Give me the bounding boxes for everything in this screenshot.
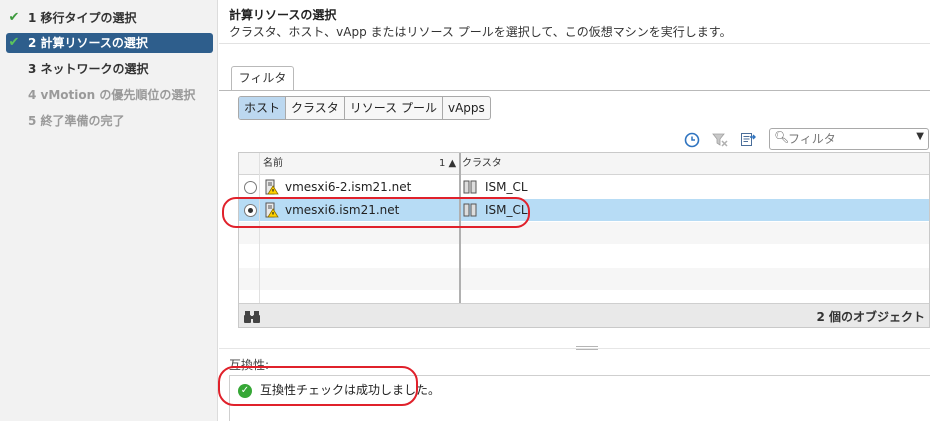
wizard-step-migration-type[interactable]: ✔ 1 移行タイプの選択 bbox=[6, 8, 213, 28]
compatibility-message: 互換性チェックは成功しました。 bbox=[260, 383, 441, 397]
wizard-sidebar: ✔ 1 移行タイプの選択 ✔ 2 計算リソースの選択 3 ネットワークの選択 4… bbox=[0, 0, 218, 421]
empty-row bbox=[239, 222, 929, 244]
sort-indicator[interactable]: 1 ▲ bbox=[439, 153, 456, 175]
clear-filter-icon[interactable] bbox=[711, 132, 729, 150]
column-header-cluster[interactable]: クラスタ bbox=[462, 153, 502, 175]
row-radio-button[interactable] bbox=[244, 181, 257, 194]
tab-divider bbox=[219, 90, 930, 91]
grid-header: 名前 1 ▲ クラスタ bbox=[239, 153, 929, 175]
empty-row bbox=[239, 245, 929, 267]
main-panel: 計算リソースの選択 クラスタ、ホスト、vApp またはリソース プールを選択して… bbox=[219, 0, 930, 421]
tab-filter[interactable]: フィルタ bbox=[231, 66, 294, 91]
filter-search-input[interactable] bbox=[788, 131, 908, 147]
compatibility-panel: ✓ 互換性チェックは成功しました。 bbox=[229, 375, 930, 421]
wizard-step-ready-to-complete: 5 終了準備の完了 bbox=[6, 111, 213, 131]
cluster-icon bbox=[463, 203, 477, 217]
cluster-name: ISM_CL bbox=[485, 180, 528, 194]
table-row[interactable]: vmesxi6.ism21.net ISM_CL bbox=[239, 199, 929, 221]
wizard-step-compute-resource[interactable]: ✔ 2 計算リソースの選択 bbox=[6, 33, 213, 53]
column-resize-handle[interactable] bbox=[459, 153, 461, 303]
host-name: vmesxi6-2.ism21.net bbox=[285, 180, 412, 194]
page-title: 計算リソースの選択 bbox=[229, 8, 337, 22]
export-list-icon[interactable] bbox=[739, 131, 757, 149]
host-warning-icon bbox=[265, 179, 279, 195]
chevron-down-icon[interactable]: ▼ bbox=[916, 131, 924, 142]
object-count: 2 個のオブジェクト bbox=[816, 310, 925, 324]
refresh-clock-icon[interactable] bbox=[683, 132, 701, 150]
segment-hosts[interactable]: ホスト bbox=[239, 97, 287, 119]
binoculars-icon[interactable] bbox=[243, 309, 261, 325]
wizard-step-network[interactable]: 3 ネットワークの選択 bbox=[6, 59, 213, 79]
filter-search-box[interactable]: 🔍︎ ▼ bbox=[769, 128, 929, 150]
panel-divider bbox=[219, 348, 930, 349]
search-icon: 🔍︎ bbox=[774, 130, 790, 144]
empty-row bbox=[239, 268, 929, 290]
grid-footer: 2 個のオブジェクト bbox=[239, 303, 929, 327]
wizard-step-label: 3 ネットワークの選択 bbox=[28, 62, 149, 76]
cluster-icon bbox=[463, 180, 477, 194]
wizard-step-label: 1 移行タイプの選択 bbox=[28, 11, 137, 25]
splitter-handle[interactable] bbox=[576, 346, 598, 350]
object-type-selector: ホスト クラスタ リソース プール vApps bbox=[238, 96, 491, 120]
column-divider bbox=[259, 153, 260, 303]
segment-resource-pools[interactable]: リソース プール bbox=[345, 97, 443, 119]
host-grid: 名前 1 ▲ クラスタ vmesxi6-2.ism21.net ISM_CL v… bbox=[238, 152, 930, 328]
wizard-step-label: 2 計算リソースの選択 bbox=[28, 36, 148, 50]
header-divider bbox=[219, 43, 930, 44]
compatibility-label: 互換性: bbox=[229, 358, 270, 372]
success-check-icon: ✓ bbox=[238, 384, 252, 398]
cluster-name: ISM_CL bbox=[485, 203, 528, 217]
column-header-name[interactable]: 名前 bbox=[263, 153, 283, 175]
host-name: vmesxi6.ism21.net bbox=[285, 203, 400, 217]
checkmark-icon: ✔ bbox=[8, 35, 20, 50]
host-warning-icon bbox=[265, 202, 279, 218]
wizard-step-label: 4 vMotion の優先順位の選択 bbox=[28, 88, 196, 102]
checkmark-icon: ✔ bbox=[8, 10, 20, 25]
page-description: クラスタ、ホスト、vApp またはリソース プールを選択して、この仮想マシンを実… bbox=[229, 25, 732, 39]
wizard-step-label: 5 終了準備の完了 bbox=[28, 114, 125, 128]
table-row[interactable]: vmesxi6-2.ism21.net ISM_CL bbox=[239, 176, 929, 198]
segment-clusters[interactable]: クラスタ bbox=[286, 97, 345, 119]
row-radio-button[interactable] bbox=[244, 204, 257, 217]
segment-vapps[interactable]: vApps bbox=[443, 97, 490, 119]
wizard-step-vmotion-priority: 4 vMotion の優先順位の選択 bbox=[6, 85, 213, 105]
